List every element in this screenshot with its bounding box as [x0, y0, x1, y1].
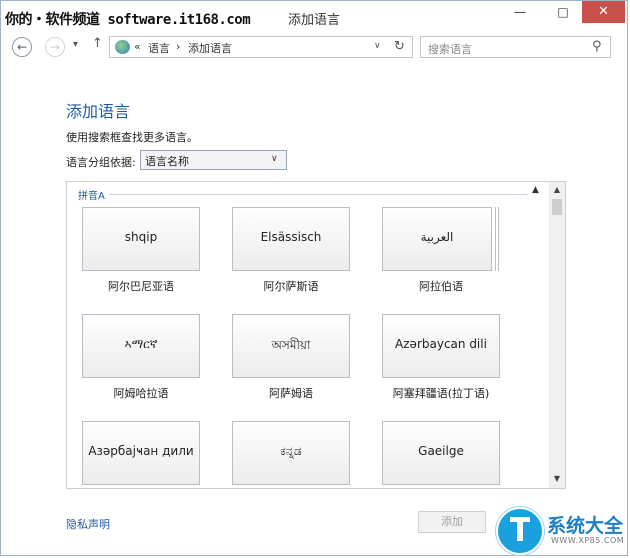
close-button[interactable]: ✕ — [582, 1, 625, 23]
logo-site-text: WWW.XP85.COM — [551, 536, 625, 545]
up-button[interactable]: ↑ — [92, 36, 103, 51]
language-sample: ኣማርኛ — [124, 337, 158, 351]
address-bar[interactable]: « 语言 › 添加语言 ∨ ↻ — [109, 36, 413, 58]
language-tile[interactable]: Азәрбајҹан дили — [82, 421, 200, 485]
language-tile[interactable]: ኣማርኛ — [82, 314, 200, 378]
add-language-window: 你的・软件频道 software.it168.com 添加语言 — □ ✕ ← … — [0, 0, 628, 556]
scroll-down-icon[interactable]: ▼ — [549, 474, 565, 483]
chevron-down-icon: ∨ — [271, 154, 278, 164]
footer-bar: 隐私声明 添加 系统大全 WWW.XP85.COM — [1, 501, 627, 555]
language-name: 阿尔萨斯语 — [263, 280, 319, 293]
language-sample: ಕನ್ನಡ — [280, 444, 302, 458]
language-tile[interactable]: Azərbaycan dili — [382, 314, 500, 378]
add-button[interactable]: 添加 — [418, 511, 486, 533]
language-sample: Gaeilge — [418, 444, 464, 458]
maximize-button[interactable]: □ — [549, 1, 577, 23]
navigation-bar: ← → ▾ ↑ « 语言 › 添加语言 ∨ ↻ 搜索语言 ⚲ — [1, 31, 627, 65]
language-sample: العربية — [420, 230, 454, 244]
group-divider — [109, 194, 527, 195]
site-logo: 系统大全 WWW.XP85.COM — [491, 505, 629, 555]
page-title: 添加语言 — [66, 102, 131, 121]
language-sample: Elsässisch — [260, 230, 322, 244]
language-sample: অসমীয়া — [271, 338, 311, 352]
breadcrumb-separator: › — [176, 40, 181, 53]
scroll-thumb[interactable] — [552, 199, 562, 215]
address-prefix[interactable]: « — [134, 40, 141, 53]
language-tile[interactable]: shqip — [82, 207, 200, 271]
language-list[interactable]: 拼音A ▲ shqip 阿尔巴尼亚语 Elsässisch 阿尔萨斯语 العر… — [66, 181, 566, 489]
address-dropdown-icon[interactable]: ∨ — [374, 41, 381, 51]
language-tile-group[interactable]: العربية — [382, 207, 492, 271]
group-header[interactable]: 拼音A — [78, 187, 105, 202]
group-by-value: 语言名称 — [145, 155, 189, 168]
language-sample: shqip — [124, 230, 158, 244]
language-name: 阿拉伯语 — [419, 280, 463, 293]
hint-text: 使用搜索框查找更多语言。 — [66, 131, 198, 144]
group-by-select[interactable]: 语言名称 ∨ — [140, 150, 287, 170]
scroll-up-icon[interactable]: ▲ — [549, 185, 565, 194]
minimize-button[interactable]: — — [506, 1, 534, 23]
language-tile[interactable]: Elsässisch — [232, 207, 350, 271]
language-tile[interactable]: অসমীয়া — [232, 314, 350, 378]
collapse-group-icon[interactable]: ▲ — [532, 185, 539, 195]
search-icon[interactable]: ⚲ — [592, 39, 602, 54]
globe-icon — [115, 40, 130, 54]
breadcrumb-language[interactable]: 语言 — [148, 40, 170, 56]
vertical-scrollbar[interactable]: ▲ ▼ — [549, 182, 565, 488]
search-box[interactable]: 搜索语言 ⚲ — [420, 36, 611, 58]
forward-button[interactable]: → — [45, 37, 65, 57]
title-bar: 你的・软件频道 software.it168.com 添加语言 — □ ✕ — [1, 1, 627, 31]
group-by-label: 语言分组依据: — [66, 156, 136, 169]
logo-brand-text: 系统大全 — [547, 515, 624, 537]
language-tile[interactable]: ಕನ್ನಡ — [232, 421, 350, 485]
language-name: 阿姆哈拉语 — [113, 387, 169, 400]
search-input[interactable]: 搜索语言 — [428, 41, 472, 57]
language-tile[interactable]: Gaeilge — [382, 421, 500, 485]
language-name: 阿萨姆语 — [269, 387, 313, 400]
breadcrumb-add-language[interactable]: 添加语言 — [188, 40, 232, 56]
privacy-link[interactable]: 隐私声明 — [66, 516, 110, 532]
recent-locations-icon[interactable]: ▾ — [73, 39, 78, 50]
language-name: 阿塞拜疆语(拉丁语) — [392, 387, 490, 400]
refresh-icon[interactable]: ↻ — [394, 39, 405, 54]
language-name: 阿尔巴尼亚语 — [108, 280, 174, 293]
language-sample: Azərbaycan dili — [395, 337, 487, 351]
language-sample: Азәрбајҹан дили — [88, 444, 194, 458]
back-button[interactable]: ← — [12, 37, 32, 57]
logo-icon — [496, 507, 544, 555]
